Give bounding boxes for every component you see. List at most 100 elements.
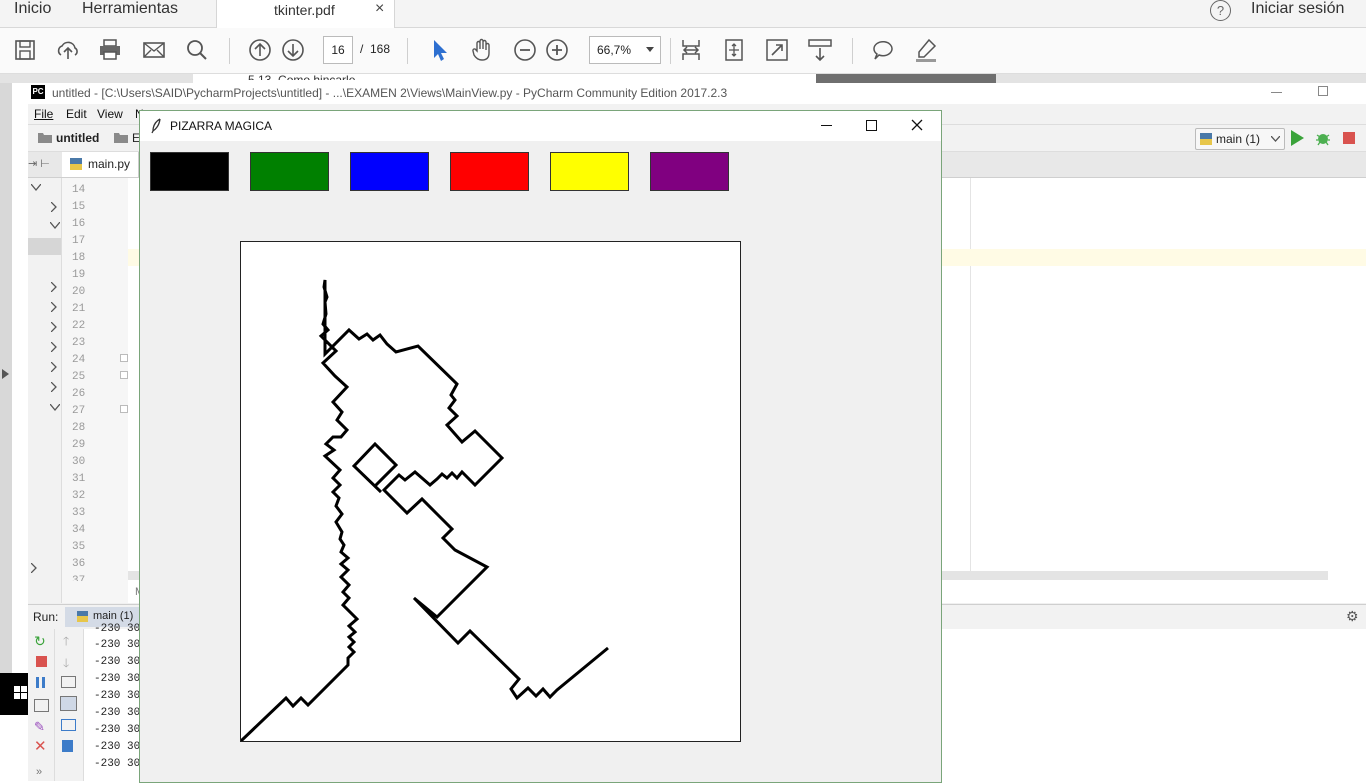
chevron-down-icon[interactable]	[50, 404, 60, 412]
color-button-black[interactable]	[150, 152, 229, 191]
fit-width-icon[interactable]	[678, 37, 704, 63]
chevron-down-icon	[1271, 136, 1280, 142]
more-icon[interactable]: »	[36, 766, 42, 778]
stop-icon[interactable]	[1343, 132, 1355, 144]
email-icon[interactable]	[141, 37, 167, 63]
tree-controls-icon[interactable]: ⇥ ⊢	[28, 157, 50, 170]
expand-panel-icon[interactable]	[2, 369, 10, 379]
chevron-down-icon[interactable]	[50, 222, 60, 230]
hand-icon[interactable]	[469, 37, 495, 63]
upload-icon[interactable]	[55, 37, 81, 63]
console-controls: 🡑 🡓	[55, 629, 84, 781]
toolbar-divider	[852, 38, 853, 64]
highlight-icon[interactable]	[913, 37, 939, 63]
page-down-icon[interactable]	[280, 37, 306, 63]
debug-icon[interactable]	[1315, 130, 1331, 146]
tab-document[interactable]: tkinter.pdf ×	[216, 0, 395, 28]
close-icon[interactable]: ✕	[34, 739, 47, 754]
line-number-gutter: 14 15 16 17 18 19 20 21 22 23 24 25 26 2…	[62, 178, 129, 603]
run-config-label: main (1)	[1216, 132, 1261, 146]
acrobat-tab-bar: Inicio Herramientas tkinter.pdf × ? Inic…	[0, 0, 1366, 28]
close-tab-icon[interactable]: ×	[375, 0, 384, 18]
fold-icon[interactable]	[120, 354, 128, 362]
select-cursor-icon[interactable]	[427, 37, 453, 63]
minimize-icon[interactable]	[821, 125, 832, 126]
print-icon[interactable]	[61, 719, 76, 731]
zoom-select[interactable]: 66,7%	[589, 36, 661, 64]
full-screen-icon[interactable]	[764, 37, 790, 63]
chevron-right-icon[interactable]	[51, 282, 57, 292]
pin-icon[interactable]: ✎	[34, 719, 45, 735]
selected-tree-row[interactable]	[28, 238, 61, 255]
breadcrumb-project[interactable]: untitled	[56, 131, 99, 145]
gear-icon[interactable]: ⚙	[1346, 608, 1359, 625]
zoom-out-icon[interactable]	[512, 37, 538, 63]
layout-icon[interactable]	[34, 699, 49, 712]
minimize-icon[interactable]	[1271, 92, 1282, 93]
maximize-icon[interactable]	[866, 120, 877, 131]
pause-icon-bar	[42, 677, 45, 688]
scroll-mode-icon[interactable]	[807, 37, 833, 63]
run-config-select[interactable]: main (1)	[1195, 128, 1285, 150]
drawing-canvas[interactable]	[239, 241, 741, 743]
feather-icon	[151, 118, 161, 134]
print-icon[interactable]	[97, 37, 123, 63]
menu-view[interactable]: View	[97, 107, 123, 121]
tab-main-py[interactable]: main.py	[62, 152, 139, 177]
line-number: 36	[72, 558, 86, 570]
comment-icon[interactable]	[870, 37, 896, 63]
signin-link[interactable]: Iniciar sesión	[1251, 0, 1344, 18]
chevron-right-icon[interactable]	[51, 302, 57, 312]
python-icon	[77, 611, 88, 622]
close-icon[interactable]	[911, 119, 923, 131]
chevron-down-icon[interactable]	[31, 184, 41, 192]
menu-edit[interactable]: Edit	[66, 107, 87, 121]
windows-start-button[interactable]	[0, 673, 28, 715]
chevron-right-icon[interactable]	[31, 563, 37, 573]
pause-icon[interactable]	[36, 677, 39, 688]
line-number: 28	[72, 422, 86, 434]
chevron-right-icon[interactable]	[51, 362, 57, 372]
fold-icon[interactable]	[120, 371, 128, 379]
line-number: 27	[72, 405, 86, 417]
run-tab-label: main (1)	[93, 610, 134, 622]
color-button-green[interactable]	[250, 152, 329, 191]
fit-page-icon[interactable]	[721, 37, 747, 63]
page-separator: /	[360, 42, 364, 56]
run-icon[interactable]	[1290, 130, 1304, 146]
pizarra-title-bar: PIZARRA MAGICA	[140, 111, 941, 141]
chevron-right-icon[interactable]	[51, 342, 57, 352]
color-button-red[interactable]	[450, 152, 529, 191]
arrow-up-icon[interactable]: 🡑	[63, 632, 69, 653]
color-button-yellow[interactable]	[550, 152, 629, 191]
color-button-blue[interactable]	[350, 152, 429, 191]
arrow-down-icon[interactable]: 🡓	[63, 654, 69, 675]
console-line: -230 30	[94, 690, 141, 702]
stop-icon[interactable]	[36, 656, 47, 667]
pycharm-title-bar: PC untitled - [C:\Users\SAID\PycharmProj…	[28, 83, 1366, 104]
help-icon[interactable]: ?	[1210, 0, 1231, 21]
fold-icon[interactable]	[120, 405, 128, 413]
tab-inicio[interactable]: Inicio	[14, 0, 51, 18]
menu-file[interactable]: File	[34, 107, 53, 121]
page-up-icon[interactable]	[247, 37, 273, 63]
tab-label: main.py	[88, 157, 131, 171]
color-button-purple[interactable]	[650, 152, 729, 191]
page-number-input[interactable]: 16	[323, 36, 353, 64]
console-line: -230 30	[94, 623, 141, 635]
line-number: 31	[72, 473, 86, 485]
save-icon[interactable]	[12, 37, 38, 63]
search-icon[interactable]	[184, 37, 210, 63]
line-number: 26	[72, 388, 86, 400]
scroll-to-end-icon[interactable]	[60, 696, 77, 711]
zoom-in-icon[interactable]	[544, 37, 570, 63]
chevron-right-icon[interactable]	[51, 382, 57, 392]
line-number: 19	[72, 269, 86, 281]
chevron-right-icon[interactable]	[51, 202, 57, 212]
soft-wrap-icon[interactable]	[61, 676, 76, 688]
tab-herramientas[interactable]: Herramientas	[82, 0, 178, 18]
restore-icon[interactable]	[1318, 86, 1328, 96]
trash-icon[interactable]	[62, 740, 73, 752]
chevron-right-icon[interactable]	[51, 322, 57, 332]
rerun-icon[interactable]: ↻	[34, 633, 46, 650]
